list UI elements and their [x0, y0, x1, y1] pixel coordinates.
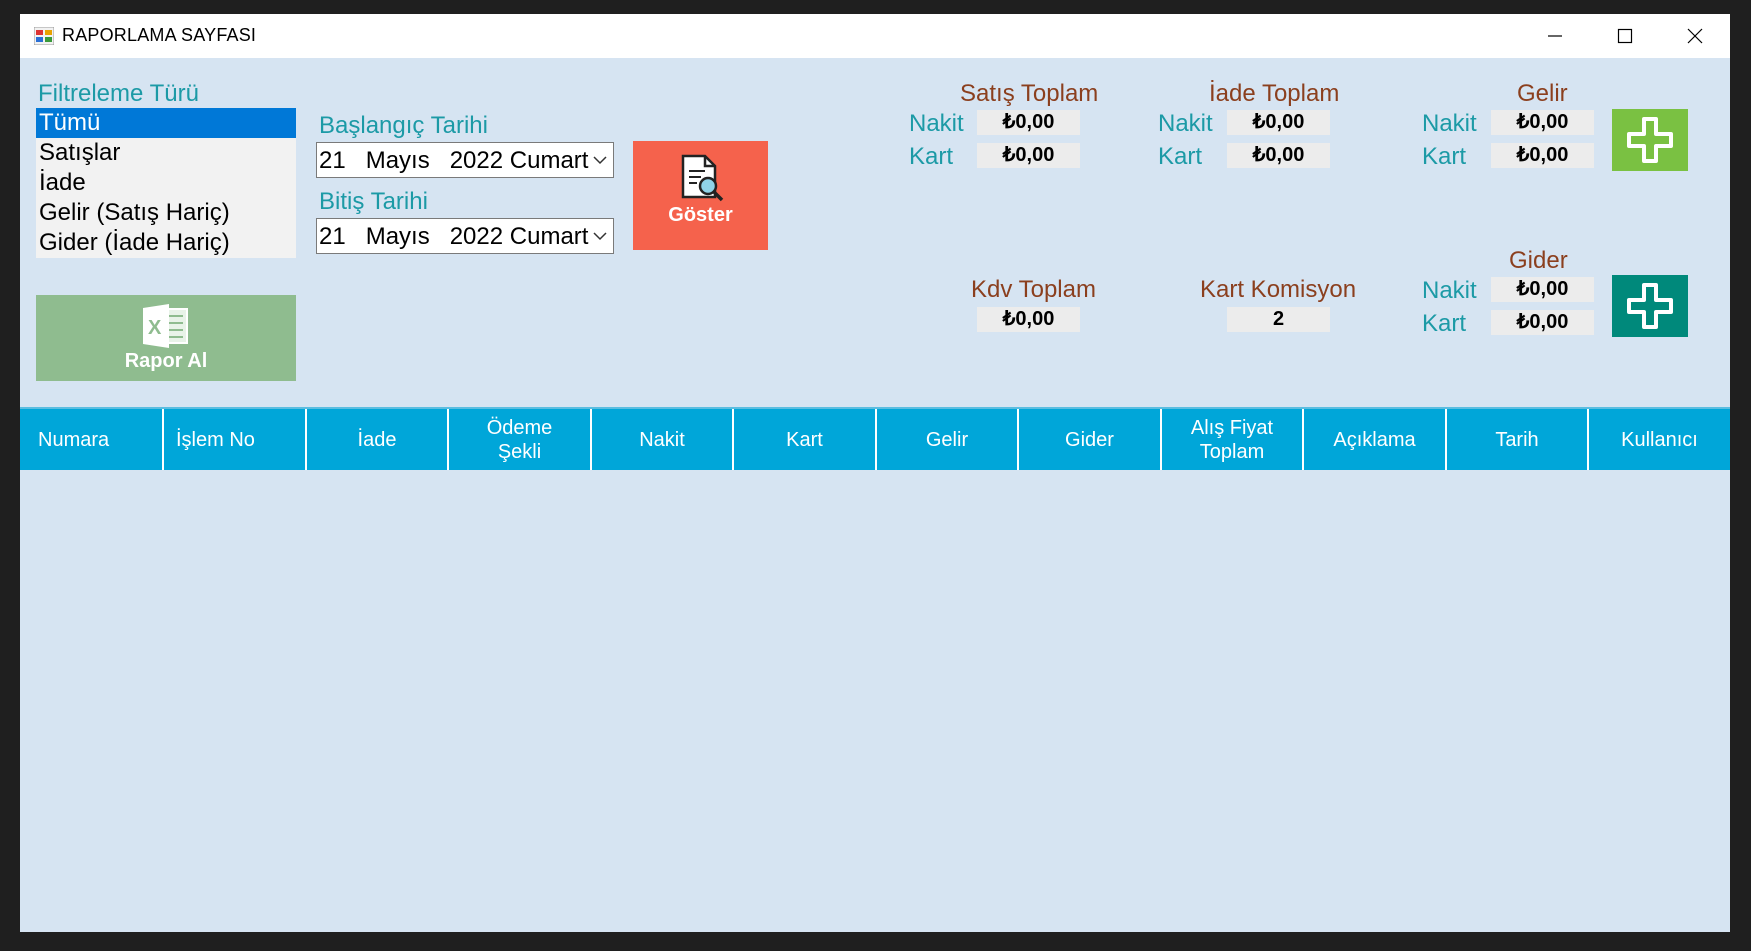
- income-title: Gelir: [1517, 80, 1568, 107]
- close-icon: [1687, 28, 1703, 44]
- column-header-income[interactable]: Gelir: [877, 409, 1019, 470]
- window-title: RAPORLAMA SAYFASI: [62, 25, 257, 45]
- filter-listbox[interactable]: Tümü Satışlar İade Gelir (Satış Hariç) G…: [36, 108, 296, 258]
- expense-card-label: Kart: [1422, 310, 1467, 337]
- filter-item-income[interactable]: Gelir (Satış Hariç): [36, 198, 296, 228]
- title-bar: RAPORLAMA SAYFASI: [20, 14, 1730, 58]
- start-date-value: 21 Mayıs 2022 Cumartesi: [319, 147, 589, 174]
- end-date-label: Bitiş Tarihi: [319, 188, 428, 215]
- report-button-label: Rapor Al: [124, 350, 208, 372]
- column-header-return[interactable]: İade: [307, 409, 449, 470]
- sales-cash-label: Nakit: [909, 110, 964, 137]
- chevron-down-icon: [593, 156, 607, 165]
- return-cash-value: ₺0,00: [1227, 110, 1330, 135]
- income-cash-label: Nakit: [1422, 110, 1477, 137]
- svg-text:X: X: [148, 317, 162, 339]
- sales-total-title: Satış Toplam: [960, 80, 1099, 107]
- report-grid-header: Numara İşlem No İade Ödeme Şekli Nakit K…: [20, 407, 1730, 470]
- column-header-description[interactable]: Açıklama: [1304, 409, 1447, 470]
- plus-icon: [1627, 283, 1673, 329]
- return-total-title: İade Toplam: [1209, 80, 1340, 107]
- card-commission-value: 2: [1227, 307, 1330, 332]
- sales-card-value: ₺0,00: [977, 143, 1080, 168]
- app-icon: [34, 27, 54, 45]
- column-header-number[interactable]: Numara: [20, 409, 164, 470]
- vat-total-value: ₺0,00: [977, 307, 1080, 332]
- filter-item-returns[interactable]: İade: [36, 168, 296, 198]
- expense-card-value: ₺0,00: [1491, 310, 1594, 335]
- close-button[interactable]: [1660, 14, 1730, 58]
- filter-item-expense[interactable]: Gider (İade Hariç): [36, 228, 296, 258]
- vat-total-title: Kdv Toplam: [971, 276, 1096, 303]
- add-income-button[interactable]: [1612, 109, 1688, 171]
- report-grid-body[interactable]: [20, 470, 1730, 932]
- show-button-label: Göster: [668, 204, 733, 226]
- maximize-button[interactable]: [1590, 14, 1660, 58]
- income-cash-value: ₺0,00: [1491, 110, 1594, 135]
- income-card-label: Kart: [1422, 143, 1467, 170]
- filter-item-all[interactable]: Tümü: [36, 108, 296, 138]
- excel-icon: X: [143, 304, 188, 348]
- expense-cash-label: Nakit: [1422, 277, 1477, 304]
- return-card-label: Kart: [1158, 143, 1203, 170]
- add-expense-button[interactable]: [1612, 275, 1688, 337]
- filter-label: Filtreleme Türü: [38, 80, 199, 107]
- sales-cash-value: ₺0,00: [977, 110, 1080, 135]
- report-window: RAPORLAMA SAYFASI Filtreleme Türü Tümü S…: [20, 14, 1730, 932]
- column-header-expense[interactable]: Gider: [1019, 409, 1162, 470]
- report-button[interactable]: X Rapor Al: [36, 295, 296, 381]
- maximize-icon: [1617, 28, 1633, 44]
- filter-item-sales[interactable]: Satışlar: [36, 138, 296, 168]
- minimize-icon: [1548, 35, 1562, 37]
- end-date-value: 21 Mayıs 2022 Cumartesi: [319, 223, 589, 250]
- start-date-label: Başlangıç Tarihi: [319, 112, 488, 139]
- return-cash-label: Nakit: [1158, 110, 1213, 137]
- column-header-purchase-total[interactable]: Alış Fiyat Toplam: [1162, 409, 1304, 470]
- column-header-user[interactable]: Kullanıcı: [1589, 409, 1730, 470]
- end-date-picker[interactable]: 21 Mayıs 2022 Cumartesi: [316, 218, 614, 254]
- income-card-value: ₺0,00: [1491, 143, 1594, 168]
- return-card-value: ₺0,00: [1227, 143, 1330, 168]
- column-header-card[interactable]: Kart: [734, 409, 877, 470]
- show-button[interactable]: Göster: [633, 141, 768, 250]
- expense-title: Gider: [1509, 247, 1568, 274]
- document-search-icon: [681, 154, 724, 202]
- column-header-transaction-no[interactable]: İşlem No: [164, 409, 307, 470]
- minimize-button[interactable]: [1520, 14, 1590, 58]
- column-header-payment-type[interactable]: Ödeme Şekli: [449, 409, 592, 470]
- chevron-down-icon: [593, 232, 607, 241]
- column-header-date[interactable]: Tarih: [1447, 409, 1589, 470]
- column-header-cash[interactable]: Nakit: [592, 409, 734, 470]
- sales-card-label: Kart: [909, 143, 954, 170]
- card-commission-title: Kart Komisyon: [1200, 276, 1357, 303]
- start-date-picker[interactable]: 21 Mayıs 2022 Cumartesi: [316, 142, 614, 178]
- expense-cash-value: ₺0,00: [1491, 277, 1594, 302]
- plus-icon: [1627, 117, 1673, 163]
